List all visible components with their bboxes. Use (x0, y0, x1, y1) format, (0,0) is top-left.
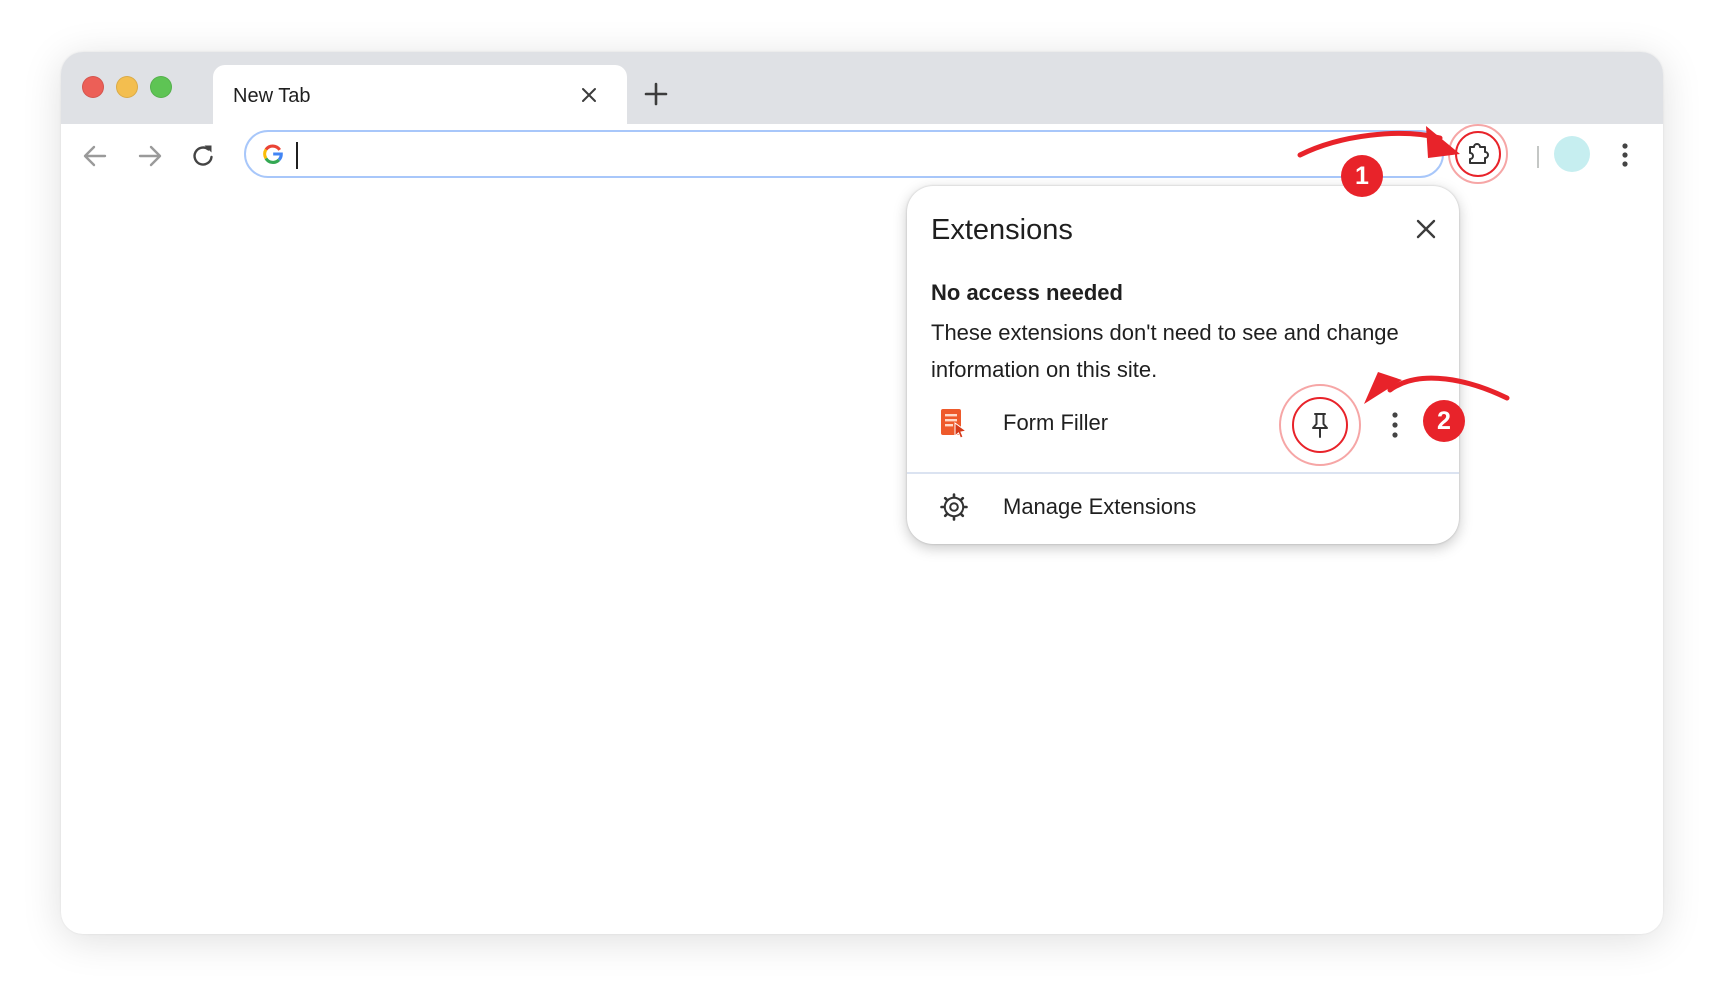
extension-name: Form Filler (1003, 410, 1109, 435)
puzzle-icon (1469, 143, 1489, 164)
popup-title: Extensions (931, 214, 1073, 246)
kebab-menu-icon[interactable] (1387, 410, 1403, 440)
pin-icon[interactable] (1305, 410, 1335, 440)
maximize-window-button[interactable] (150, 76, 172, 98)
step-badge-2: 2 (1423, 400, 1465, 442)
tab-title: New Tab (233, 85, 311, 107)
section-description: These extensions don't need to see and c… (931, 320, 1399, 382)
address-bar[interactable] (244, 130, 1444, 178)
close-icon[interactable] (579, 85, 599, 105)
step-badge-1: 1 (1341, 155, 1383, 197)
reload-icon[interactable] (189, 142, 217, 170)
close-window-button[interactable] (82, 76, 104, 98)
google-g-icon (263, 144, 283, 164)
close-icon[interactable] (1413, 216, 1439, 242)
gear-icon (940, 493, 968, 521)
extensions-button[interactable] (1458, 134, 1498, 174)
tab-new-tab[interactable]: New Tab (213, 65, 627, 124)
browser-window: New Tab Extensions No access needed Thes… (61, 52, 1663, 934)
kebab-menu-icon[interactable] (1617, 142, 1633, 168)
toolbar-divider (1537, 146, 1539, 168)
extensions-popup: Extensions No access needed These extens… (907, 186, 1459, 544)
plus-icon[interactable] (643, 81, 669, 107)
tab-strip: New Tab (61, 52, 1663, 124)
toolbar (61, 124, 1663, 186)
avatar[interactable] (1554, 136, 1590, 172)
manage-extensions-link[interactable]: Manage Extensions (1003, 494, 1196, 520)
section-heading: No access needed (931, 280, 1123, 305)
arrow-left-icon[interactable] (81, 142, 109, 170)
form-filler-icon (941, 409, 968, 439)
arrow-right-icon[interactable] (136, 142, 164, 170)
minimize-window-button[interactable] (116, 76, 138, 98)
text-caret (296, 142, 298, 169)
popup-divider (907, 472, 1459, 474)
